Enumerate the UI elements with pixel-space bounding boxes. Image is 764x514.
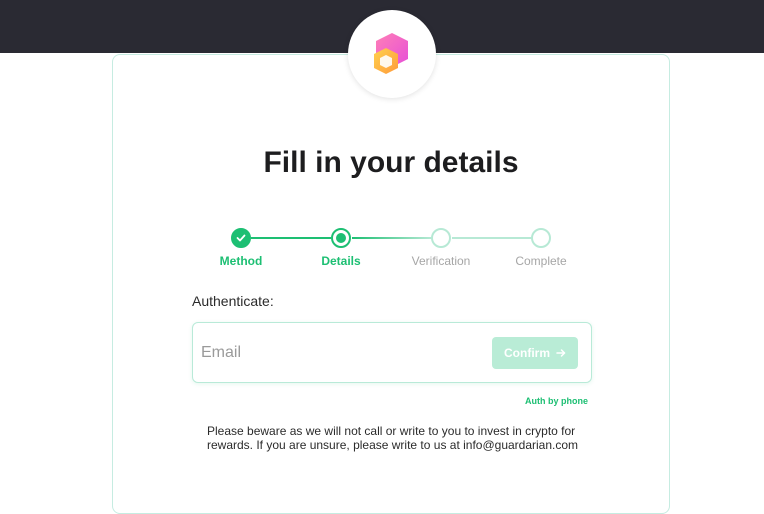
confirm-button[interactable]: Confirm — [492, 337, 578, 369]
email-field[interactable] — [199, 338, 483, 368]
hex-logo-icon — [374, 33, 408, 74]
logo-badge — [348, 10, 436, 98]
scam-warning-text: Please beware as we will not call or wri… — [207, 424, 579, 452]
page-title: Fill in your details — [263, 146, 519, 179]
arrow-right-icon — [556, 349, 566, 357]
auth-by-phone-link[interactable]: Auth by phone — [488, 396, 588, 406]
authenticate-label: Authenticate: — [192, 293, 274, 309]
email-input-group: Confirm — [192, 322, 592, 383]
confirm-button-label: Confirm — [504, 346, 550, 360]
